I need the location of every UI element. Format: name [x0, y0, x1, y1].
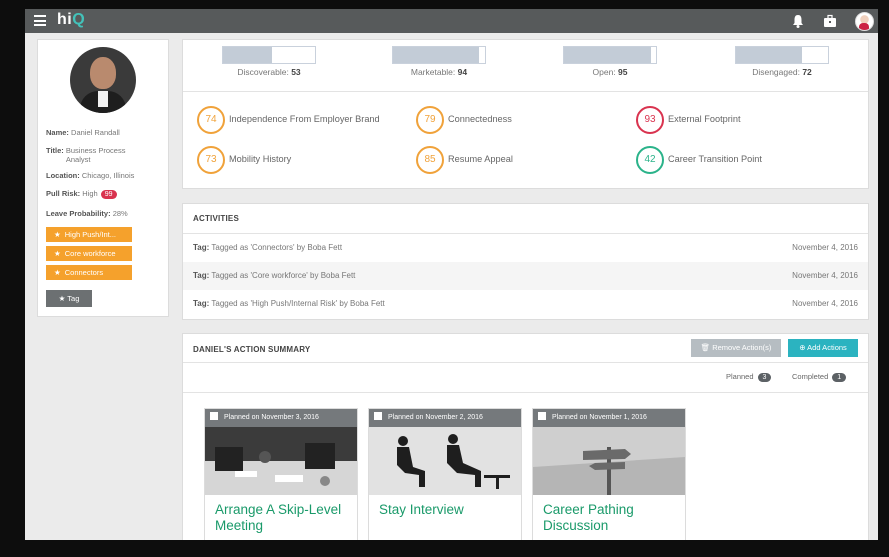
action-card[interactable]: Planned on November 2, 2016 Stay Intervi… [368, 408, 522, 540]
stat-bar [222, 46, 316, 64]
interview-image [369, 427, 521, 495]
remove-actions-button[interactable]: 🗑 Remove Action(s) [691, 339, 781, 357]
action-card[interactable]: Planned on November 1, 2016 Career Pathi… [532, 408, 686, 540]
add-tag-button[interactable]: ★ Tag [46, 290, 92, 307]
profile-pull-risk: Pull Risk: High 99 [46, 189, 117, 199]
activity-row[interactable]: Tag: Tagged as 'Connectors' by Boba Fett… [183, 234, 868, 262]
action-card[interactable]: Planned on November 3, 2016 Arrange A Sk… [204, 408, 358, 540]
metric-score: 93 [636, 106, 664, 134]
metric-score: 42 [636, 146, 664, 174]
pull-risk-badge: 99 [100, 190, 117, 199]
profile-card: Name: Daniel Randall Title: Business Pro… [37, 39, 169, 317]
star-icon: ★ [54, 230, 61, 239]
metric-label: External Footprint [668, 114, 741, 124]
activities-title: ACTIVITIES [193, 214, 240, 223]
meeting-image [205, 427, 357, 495]
profile-location: Location: Chicago, Illinois [46, 171, 135, 180]
card-header: Planned on November 3, 2016 [205, 409, 357, 427]
metric-label: Resume Appeal [448, 154, 513, 164]
add-actions-button[interactable]: ⊕ Add Actions [788, 339, 858, 357]
card-checkbox[interactable] [374, 412, 382, 420]
profile-name: Name: Daniel Randall [46, 128, 120, 137]
metric-score: 73 [197, 146, 225, 174]
activities-panel: ACTIVITIES Tag: Tagged as 'Connectors' b… [182, 203, 869, 320]
profile-title: Title: Business Process Analyst [46, 146, 126, 164]
signpost-image [533, 427, 685, 495]
tag-core-workforce[interactable]: ★ Core workforce [46, 246, 132, 261]
stat-disengaged: Disengaged: 72 [722, 46, 842, 77]
card-title: Career Pathing Discussion [543, 502, 634, 533]
star-icon: ★ [54, 268, 61, 277]
score-panel: Discoverable: 53 Marketable: 94 Open: 95… [182, 39, 869, 189]
metric-label: Connectedness [448, 114, 512, 124]
card-checkbox[interactable] [210, 412, 218, 420]
user-avatar-icon[interactable] [855, 12, 874, 31]
profile-leave-probability: Leave Probability: 28% [46, 209, 128, 218]
planned-count[interactable]: Planned 3 [726, 372, 772, 382]
stat-marketable: Marketable: 94 [379, 46, 499, 77]
stat-bar [563, 46, 657, 64]
app-logo[interactable]: hiQ [57, 11, 85, 29]
card-title: Stay Interview [379, 502, 464, 517]
menu-icon[interactable] [34, 15, 46, 26]
bell-icon[interactable] [790, 13, 806, 29]
card-header: Planned on November 1, 2016 [533, 409, 685, 427]
completed-count[interactable]: Completed 1 [792, 372, 847, 382]
card-title: Arrange A Skip-Level Meeting [215, 502, 342, 533]
star-icon: ★ [54, 249, 61, 258]
metric-score: 79 [416, 106, 444, 134]
action-summary-title: DANIEL'S ACTION SUMMARY [193, 345, 311, 354]
app-screen: hiQ Name: Daniel Randall Title: Business… [25, 9, 878, 540]
metric-score: 74 [197, 106, 225, 134]
trash-icon: 🗑 [700, 343, 713, 352]
briefcase-icon[interactable] [822, 13, 838, 29]
profile-photo [70, 47, 136, 113]
tag-connectors[interactable]: ★ Connectors [46, 265, 132, 280]
star-icon: ★ [58, 294, 68, 303]
metric-label: Independence From Employer Brand [229, 114, 380, 124]
action-summary-panel: DANIEL'S ACTION SUMMARY 🗑 Remove Action(… [182, 333, 869, 540]
card-checkbox[interactable] [538, 412, 546, 420]
stat-open: Open: 95 [550, 46, 670, 77]
stat-bar [392, 46, 486, 64]
metric-label: Mobility History [229, 154, 292, 164]
activity-row[interactable]: Tag: Tagged as 'Core workforce' by Boba … [183, 262, 868, 290]
metric-score: 85 [416, 146, 444, 174]
card-header: Planned on November 2, 2016 [369, 409, 521, 427]
stat-discoverable: Discoverable: 53 [209, 46, 329, 77]
stat-bar [735, 46, 829, 64]
top-bar: hiQ [25, 9, 878, 33]
tag-high-push[interactable]: ★ High Push/Int... [46, 227, 132, 242]
activity-row[interactable]: Tag: Tagged as 'High Push/Internal Risk'… [183, 290, 868, 318]
plus-circle-icon: ⊕ [799, 343, 808, 352]
metric-label: Career Transition Point [668, 154, 762, 164]
